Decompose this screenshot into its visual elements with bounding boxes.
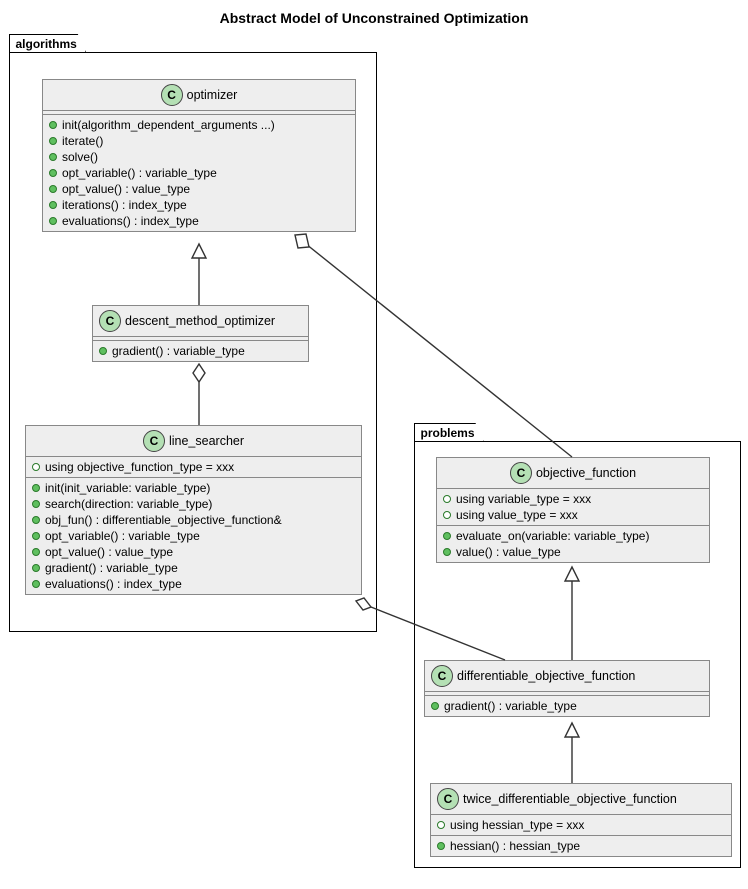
class-icon: C: [143, 430, 165, 452]
package-algorithms-tab: algorithms: [9, 34, 86, 52]
class-name: twice_differentiable_objective_function: [463, 792, 677, 806]
class-header: C optimizer: [43, 80, 355, 111]
class-name: descent_method_optimizer: [125, 314, 275, 328]
class-optimizer: C optimizer init(algorithm_dependent_arg…: [42, 79, 356, 232]
class-differentiable-objective-function: C differentiable_objective_function grad…: [424, 660, 710, 717]
class-name: optimizer: [187, 88, 238, 102]
class-descent-method-optimizer: C descent_method_optimizer gradient() : …: [92, 305, 309, 362]
package-problems-tab: problems: [414, 423, 484, 441]
diagram-title: Abstract Model of Unconstrained Optimiza…: [0, 10, 748, 26]
class-header: C twice_differentiable_objective_functio…: [431, 784, 731, 815]
class-icon: C: [437, 788, 459, 810]
class-objective-function: C objective_function using variable_type…: [436, 457, 710, 563]
class-icon: C: [431, 665, 453, 687]
class-name: line_searcher: [169, 434, 244, 448]
class-header: C objective_function: [437, 458, 709, 489]
class-header: C descent_method_optimizer: [93, 306, 308, 337]
class-name: objective_function: [536, 466, 636, 480]
class-icon: C: [99, 310, 121, 332]
class-line-searcher: C line_searcher using objective_function…: [25, 425, 362, 595]
class-twice-differentiable-objective-function: C twice_differentiable_objective_functio…: [430, 783, 732, 857]
class-header: C line_searcher: [26, 426, 361, 457]
class-name: differentiable_objective_function: [457, 669, 635, 683]
class-header: C differentiable_objective_function: [425, 661, 709, 692]
class-icon: C: [161, 84, 183, 106]
class-icon: C: [510, 462, 532, 484]
